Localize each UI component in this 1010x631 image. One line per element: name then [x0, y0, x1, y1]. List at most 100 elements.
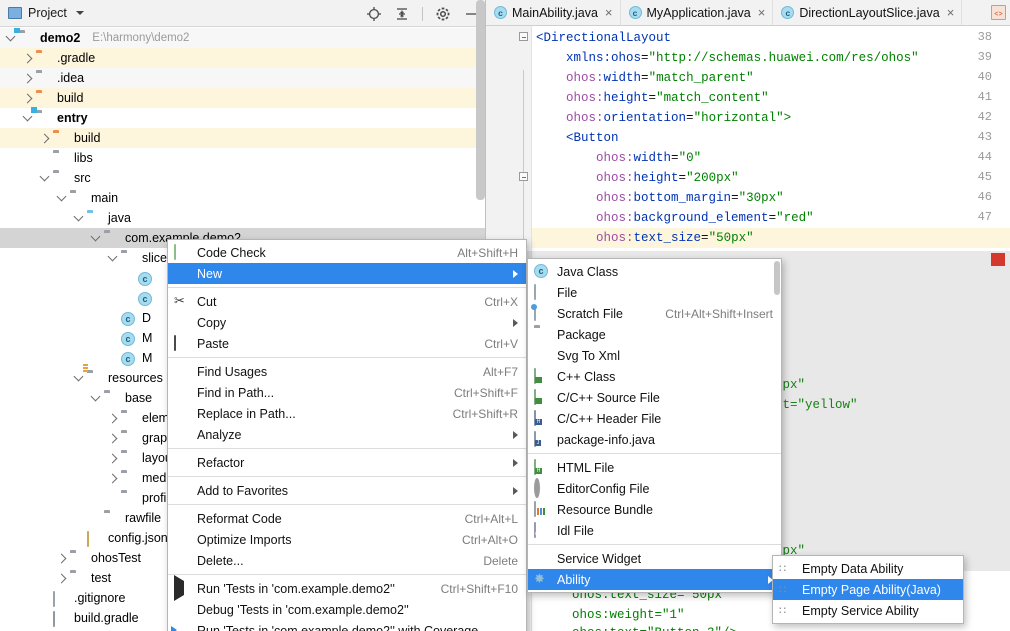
menu-item-copy[interactable]: Copy — [168, 312, 526, 333]
new-item-service-widget[interactable]: Service Widget — [528, 548, 781, 569]
menu-item-refactor[interactable]: Refactor — [168, 452, 526, 473]
menu-item-code-check[interactable]: Code Check Alt+Shift+H — [168, 242, 526, 263]
tree-expander[interactable] — [108, 353, 119, 364]
new-item-scratch-file[interactable]: Scratch File Ctrl+Alt+Shift+Insert — [528, 303, 781, 324]
tree-item-src[interactable]: src — [0, 168, 485, 188]
ability-item-empty-data-ability[interactable]: ∷ Empty Data Ability — [773, 558, 963, 579]
new-item-html-file[interactable]: HTML File — [528, 457, 781, 478]
menu-item-find-usages[interactable]: Find Usages Alt+F7 — [168, 361, 526, 382]
new-item-file[interactable]: File — [528, 282, 781, 303]
tree-scrollbar[interactable] — [476, 0, 485, 200]
tree-expander[interactable] — [74, 533, 85, 544]
tree-expander[interactable] — [108, 253, 119, 264]
tree-expander[interactable] — [40, 153, 51, 164]
tree-expander[interactable] — [40, 613, 51, 624]
tree-item-main[interactable]: main — [0, 188, 485, 208]
fold-toggle-root[interactable] — [519, 32, 530, 43]
collapse-all-icon[interactable] — [394, 6, 410, 22]
tree-expander[interactable] — [40, 133, 51, 144]
tree-expander[interactable] — [40, 173, 51, 184]
cpp-header-icon — [534, 410, 551, 426]
new-item-package-info-java[interactable]: package-info.java — [528, 429, 781, 450]
new-item-package[interactable]: Package — [528, 324, 781, 345]
new-item-c-class[interactable]: C++ Class — [528, 366, 781, 387]
menu-item-label: Copy — [197, 315, 227, 330]
menu-item-paste[interactable]: Paste Ctrl+V — [168, 333, 526, 354]
editor-tab-directionlayoutslice-java[interactable]: c DirectionLayoutSlice.java × — [773, 0, 963, 25]
menu-item-add-to-favorites[interactable]: Add to Favorites — [168, 480, 526, 501]
fold-toggle-button[interactable] — [519, 172, 530, 183]
new-item-c-c-header-file[interactable]: C/C++ Header File — [528, 408, 781, 429]
tree-expander[interactable] — [125, 273, 136, 284]
menu-item-analyze[interactable]: Analyze — [168, 424, 526, 445]
tree-item-label: libs — [74, 151, 93, 165]
close-icon[interactable]: × — [603, 6, 613, 19]
tree-expander[interactable] — [108, 493, 119, 504]
tree-item-idea[interactable]: .idea — [0, 68, 485, 88]
new-item-ability[interactable]: ✸ Ability — [528, 569, 781, 590]
close-icon[interactable]: × — [945, 6, 955, 19]
tree-expander[interactable] — [108, 333, 119, 344]
menu-item-replace-in-path[interactable]: Replace in Path... Ctrl+Shift+R — [168, 403, 526, 424]
close-icon[interactable]: × — [756, 6, 766, 19]
tree-expander[interactable] — [74, 373, 85, 384]
chevron-down-icon[interactable] — [75, 11, 84, 15]
tree-expander[interactable] — [23, 113, 34, 124]
menu-item-optimize-imports[interactable]: Optimize Imports Ctrl+Alt+O — [168, 529, 526, 550]
new-item-resource-bundle[interactable]: Resource Bundle — [528, 499, 781, 520]
ability-item-empty-page-ability-java[interactable]: ∷ Empty Page Ability(Java) — [773, 579, 963, 600]
tree-item-entry[interactable]: entry — [0, 107, 485, 128]
new-item-svg-to-xml[interactable]: Svg To Xml — [528, 345, 781, 366]
menu-item-debug-tests-in-com-example-demo2[interactable]: Debug 'Tests in 'com.example.demo2'' — [168, 599, 526, 620]
tree-expander[interactable] — [23, 53, 34, 64]
tree-expander[interactable] — [23, 93, 34, 104]
tree-expander[interactable] — [108, 453, 119, 464]
code-line-48: ohos:text_size="50px" — [532, 228, 1010, 248]
menu-item-reformat-code[interactable]: Reformat Code Ctrl+Alt+L — [168, 508, 526, 529]
new-item-idl-file[interactable]: Idl File — [528, 520, 781, 541]
tree-item-gradle[interactable]: .gradle — [0, 48, 485, 68]
locate-icon[interactable] — [366, 6, 382, 22]
tree-expander[interactable] — [57, 193, 68, 204]
editor-tab-myapplication-java[interactable]: c MyApplication.java × — [620, 0, 774, 25]
tree-expander[interactable] — [57, 553, 68, 564]
menu-item-run-tests-in-com-example-demo2[interactable]: Run 'Tests in 'com.example.demo2'' Ctrl+S… — [168, 575, 526, 601]
tree-item-libs[interactable]: libs — [0, 148, 485, 168]
project-dropdown[interactable]: Project — [8, 6, 84, 20]
new-item-java-class[interactable]: c Java Class — [528, 261, 781, 282]
menu-item-run-tests-in-com-example-demo2-with-cove[interactable]: Run 'Tests in 'com.example.demo2'' with … — [168, 620, 526, 631]
tree-item-demo2[interactable]: demo2 E:\harmony\demo2 — [0, 28, 485, 48]
tree-expander[interactable] — [91, 233, 102, 244]
layout-xml-tab[interactable] — [987, 0, 1010, 25]
menu-item-find-in-path[interactable]: Find in Path... Ctrl+Shift+F — [168, 382, 526, 403]
menu-item-delete[interactable]: Delete... Delete — [168, 550, 526, 571]
tree-item-build[interactable]: build — [0, 128, 485, 148]
new-item-c-c-source-file[interactable]: C/C++ Source File — [528, 387, 781, 408]
new-submenu[interactable]: c Java Class File Scratch File Ctrl+Alt+Shif… — [527, 258, 782, 593]
menu-item-cut[interactable]: ✂ Cut Ctrl+X — [168, 291, 526, 312]
tree-item-label: base — [125, 391, 153, 405]
ability-submenu[interactable]: ∷ Empty Data Ability ∷ Empty Page Ability(J… — [772, 555, 964, 624]
tree-expander[interactable] — [6, 33, 17, 44]
tree-item-java[interactable]: java — [0, 208, 485, 228]
tree-expander[interactable] — [40, 593, 51, 604]
ability-item-empty-service-ability[interactable]: ∷ Empty Service Ability — [773, 600, 963, 621]
menu-item-new[interactable]: New — [168, 263, 526, 284]
tree-expander[interactable] — [108, 473, 119, 484]
tree-expander[interactable] — [57, 573, 68, 584]
tree-expander[interactable] — [23, 73, 34, 84]
new-item-editorconfig-file[interactable]: EditorConfig File — [528, 478, 781, 499]
tree-expander[interactable] — [91, 393, 102, 404]
settings-gear-icon[interactable] — [435, 6, 451, 22]
tree-expander[interactable] — [91, 513, 102, 524]
editor-tabbar[interactable]: c MainAbility.java × c MyApplication.java × c D… — [486, 0, 1010, 26]
tree-expander[interactable] — [108, 413, 119, 424]
tree-expander[interactable] — [108, 433, 119, 444]
tree-item-build[interactable]: build — [0, 88, 485, 108]
editor-tab-mainability-java[interactable]: c MainAbility.java × — [486, 0, 621, 25]
tree-expander[interactable] — [74, 213, 85, 224]
tree-expander[interactable] — [108, 313, 119, 324]
menu-item-icon-blank — [174, 483, 191, 498]
context-menu[interactable]: Code Check Alt+Shift+H New ✂ Cut Ctrl+X Copy Pa… — [167, 239, 527, 631]
tree-expander[interactable] — [125, 293, 136, 304]
